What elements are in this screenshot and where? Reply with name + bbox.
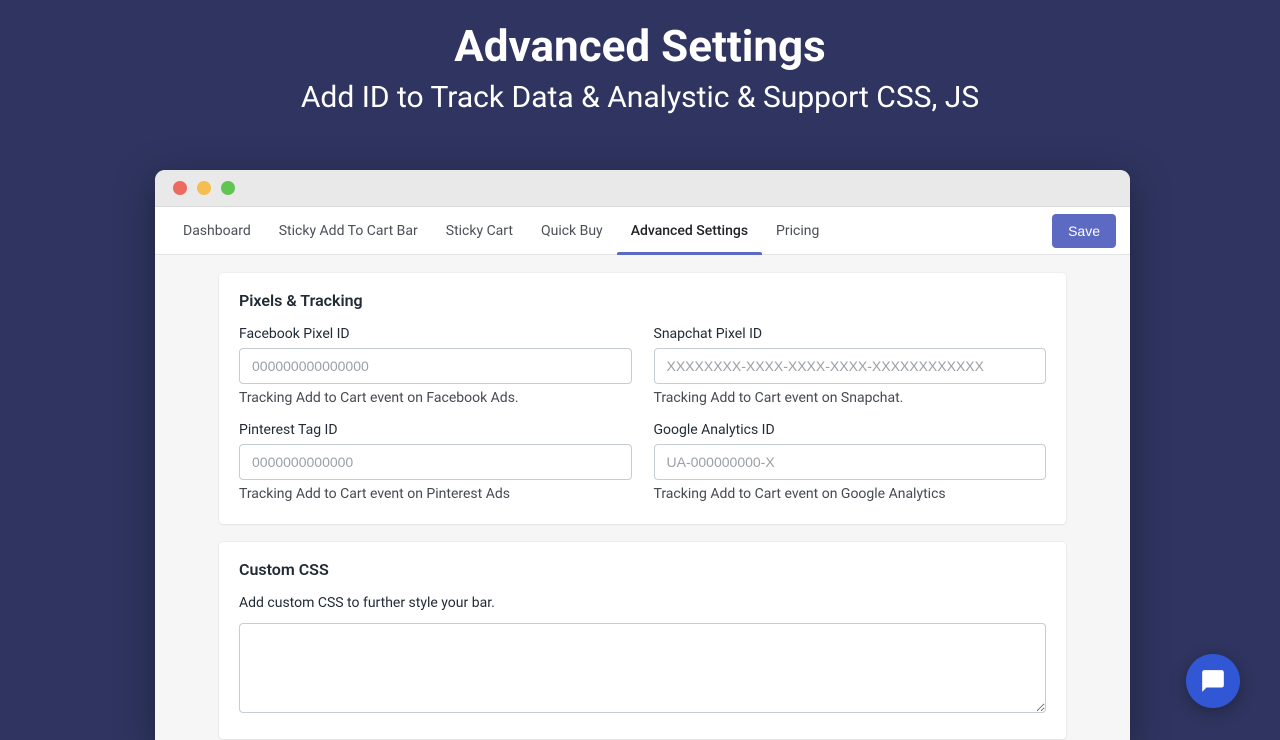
window-maximize-icon[interactable] [221, 181, 235, 195]
facebook-pixel-input[interactable] [239, 348, 632, 384]
content-area: Pixels & Tracking Facebook Pixel ID Trac… [155, 255, 1130, 740]
pinterest-tag-field: Pinterest Tag ID Tracking Add to Cart ev… [239, 422, 632, 502]
tab-pricing[interactable]: Pricing [762, 207, 833, 254]
pixels-tracking-title: Pixels & Tracking [239, 291, 1046, 310]
pinterest-tag-label: Pinterest Tag ID [239, 422, 632, 438]
window-minimize-icon[interactable] [197, 181, 211, 195]
snapchat-pixel-hint: Tracking Add to Cart event on Snapchat. [654, 390, 1047, 406]
snapchat-pixel-label: Snapchat Pixel ID [654, 326, 1047, 342]
tab-sticky-cart[interactable]: Sticky Cart [432, 207, 527, 254]
facebook-pixel-label: Facebook Pixel ID [239, 326, 632, 342]
pinterest-tag-input[interactable] [239, 444, 632, 480]
hero-subtitle: Add ID to Track Data & Analystic & Suppo… [0, 80, 1280, 115]
tab-quick-buy[interactable]: Quick Buy [527, 207, 617, 254]
custom-css-description: Add custom CSS to further style your bar… [239, 595, 1046, 611]
custom-css-textarea[interactable] [239, 623, 1046, 713]
pixels-tracking-card: Pixels & Tracking Facebook Pixel ID Trac… [219, 273, 1066, 524]
custom-css-title: Custom CSS [239, 560, 1046, 579]
save-button[interactable]: Save [1052, 214, 1116, 248]
google-analytics-field: Google Analytics ID Tracking Add to Cart… [654, 422, 1047, 502]
app-window: Dashboard Sticky Add To Cart Bar Sticky … [155, 170, 1130, 740]
tab-advanced-settings[interactable]: Advanced Settings [617, 207, 762, 254]
google-analytics-hint: Tracking Add to Cart event on Google Ana… [654, 486, 1047, 502]
tab-bar: Dashboard Sticky Add To Cart Bar Sticky … [155, 207, 1130, 255]
pinterest-tag-hint: Tracking Add to Cart event on Pinterest … [239, 486, 632, 502]
custom-css-card: Custom CSS Add custom CSS to further sty… [219, 542, 1066, 739]
facebook-pixel-hint: Tracking Add to Cart event on Facebook A… [239, 390, 632, 406]
google-analytics-label: Google Analytics ID [654, 422, 1047, 438]
facebook-pixel-field: Facebook Pixel ID Tracking Add to Cart e… [239, 326, 632, 406]
snapchat-pixel-field: Snapchat Pixel ID Tracking Add to Cart e… [654, 326, 1047, 406]
window-titlebar [155, 170, 1130, 207]
hero-title: Advanced Settings [0, 20, 1280, 72]
chat-icon [1200, 668, 1226, 694]
snapchat-pixel-input[interactable] [654, 348, 1047, 384]
chat-widget-button[interactable] [1186, 654, 1240, 708]
google-analytics-input[interactable] [654, 444, 1047, 480]
tab-dashboard[interactable]: Dashboard [169, 207, 265, 254]
window-close-icon[interactable] [173, 181, 187, 195]
tab-sticky-add-to-cart-bar[interactable]: Sticky Add To Cart Bar [265, 207, 432, 254]
